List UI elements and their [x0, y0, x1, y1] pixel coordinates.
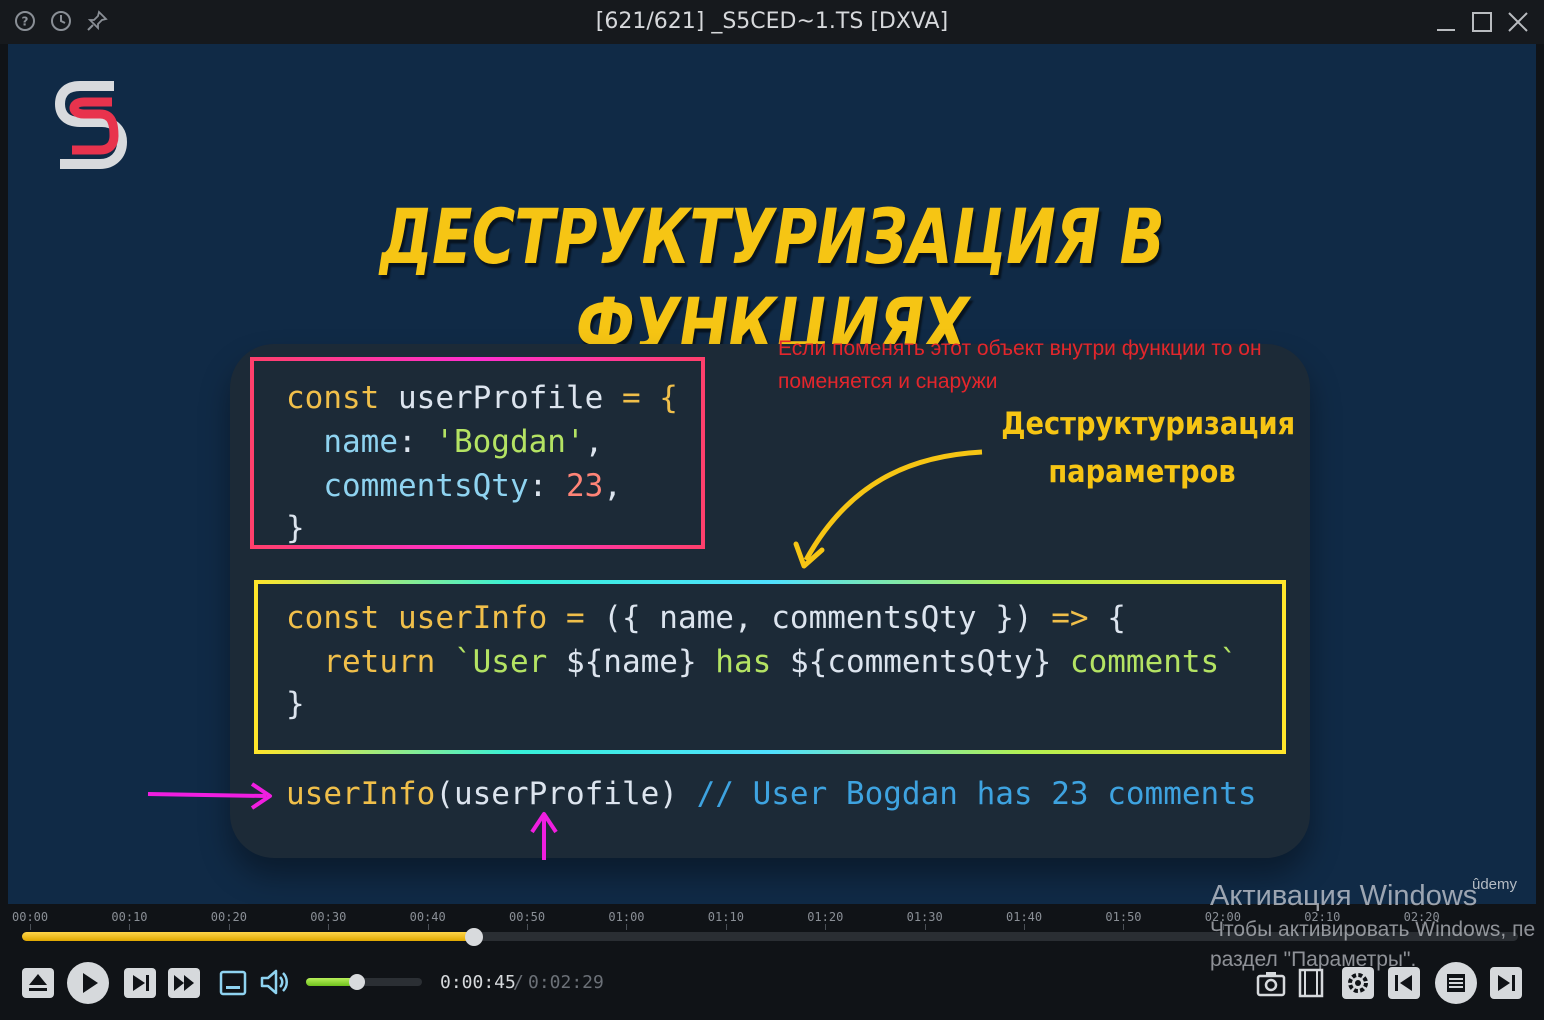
magenta-arrow-right-icon [147, 792, 267, 798]
timeline-tick-mark [129, 924, 131, 930]
fast-forward-icon[interactable] [168, 968, 200, 1002]
udemy-watermark: ûdemy [1472, 876, 1518, 893]
timeline-tick-mark [1024, 924, 1025, 930]
video-frame[interactable]: ДЕСТРУКТУРИЗАЦИЯ В ФУНКЦИЯХ const userPr… [8, 44, 1536, 904]
step-forward-icon[interactable] [124, 968, 156, 1002]
activation-title: Активация Windows [1210, 880, 1478, 912]
timeline-tick-mark [825, 924, 827, 930]
volume-slider[interactable] [306, 974, 422, 990]
current-time: 0:00:45 [440, 972, 516, 993]
title-bar: ? [621/621] _S5CED~1.TS [DXVA] [0, 0, 1544, 44]
timeline-tick-mark [1123, 924, 1125, 930]
timeline-tick-label: 01:30 [906, 910, 943, 924]
timeline-tick-label: 01:50 [1105, 910, 1142, 924]
playlist-icon[interactable] [1434, 961, 1478, 1009]
timeline-tick-label: 00:20 [210, 910, 247, 924]
screenshot-icon[interactable] [1256, 968, 1286, 1002]
seek-progress [22, 932, 474, 941]
timeline-tick-label: 00:00 [12, 910, 49, 924]
timeline-tick-mark [328, 924, 330, 930]
timeline-tick-mark [427, 924, 429, 930]
previous-icon[interactable] [1388, 967, 1420, 1003]
timeline-tick-mark [924, 924, 926, 930]
volume-icon[interactable] [258, 966, 290, 1002]
window-title: [621/621] _S5CED~1.TS [DXVA] [595, 9, 949, 34]
timeline-tick-mark [527, 924, 528, 930]
timeline-tick-mark [228, 924, 230, 930]
timeline-tick-label: 01:00 [608, 910, 645, 924]
minimize-icon[interactable] [1434, 10, 1458, 34]
activation-text: Чтобы активировать Windows, пе [1210, 918, 1536, 941]
timeline-tick-mark [626, 924, 628, 930]
timeline-tick-label: 00:40 [409, 910, 446, 924]
total-time: 0:02:29 [528, 972, 604, 993]
timeline-tick-label: 00:50 [509, 910, 546, 924]
next-icon[interactable] [1490, 967, 1522, 1003]
timeline-tick-label: 01:10 [707, 910, 744, 924]
timeline-tick-mark [725, 924, 727, 930]
film-icon[interactable] [1296, 968, 1326, 1002]
close-icon[interactable] [1506, 10, 1530, 34]
eject-icon[interactable] [22, 968, 54, 1002]
maximize-icon[interactable] [1470, 10, 1494, 34]
timeline-tick-label: 00:30 [310, 910, 347, 924]
annotation-arrows [147, 449, 983, 860]
subtitles-icon[interactable] [218, 968, 248, 1002]
timeline-tick-label: 00:10 [111, 910, 148, 924]
timeline-tick-mark [30, 924, 31, 930]
play-icon[interactable] [66, 961, 110, 1009]
settings-icon[interactable] [1342, 967, 1374, 1003]
timeline-tick-label: 01:40 [1006, 910, 1043, 924]
volume-handle[interactable] [349, 974, 366, 990]
activation-text: раздел "Параметры". [1210, 948, 1417, 971]
timeline-tick-label: 01:20 [807, 910, 844, 924]
seek-handle[interactable] [464, 928, 483, 946]
yellow-curved-arrow-icon [803, 449, 983, 562]
time-separator: / [513, 972, 524, 993]
